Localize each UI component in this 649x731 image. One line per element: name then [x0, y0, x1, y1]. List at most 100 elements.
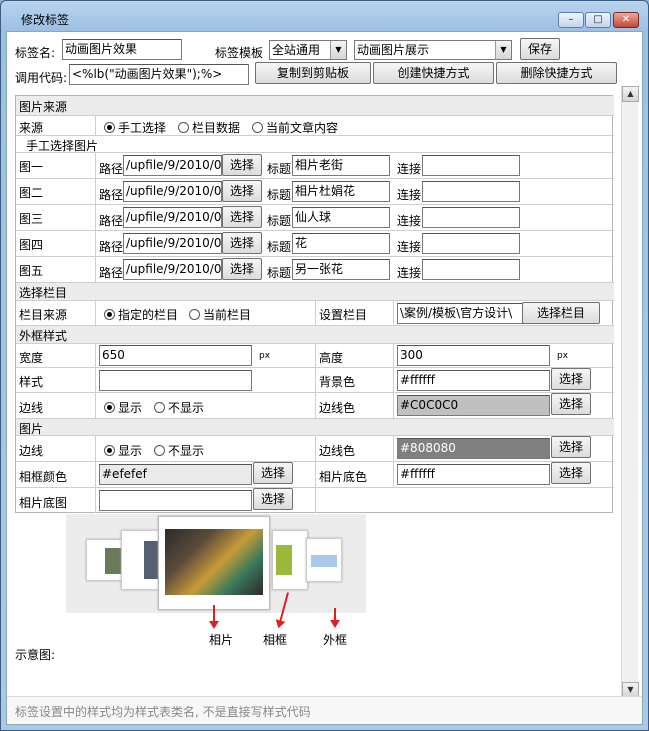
copy-clipboard-button[interactable]: 复制到剪贴板 [255, 62, 371, 84]
frame-color-input[interactable]: #efefef [99, 464, 252, 485]
minimize-button[interactable]: – [558, 12, 584, 28]
image-row-2: 图二 路径 /upfile/9/2010/08 选择 标题 相片杜娟花 连接 [16, 178, 614, 204]
bg-color-label: 背景色 [319, 375, 356, 389]
image-row-3: 图三 路径 /upfile/9/2010/08 选择 标题 仙人球 连接 [16, 204, 614, 230]
choose-button[interactable]: 选择 [222, 180, 262, 202]
choose-button[interactable]: 选择 [551, 393, 591, 415]
choose-button[interactable]: 选择 [222, 258, 262, 280]
section-header-image: 图片 [16, 418, 614, 436]
border-options: 显示 不显示 [95, 436, 315, 461]
radio-manual[interactable]: 手工选择 [104, 119, 166, 136]
path-label: 路径 [99, 240, 124, 254]
path-input[interactable]: /upfile/9/2010/08 [123, 207, 222, 228]
title-input[interactable]: 相片杜娟花 [292, 181, 390, 202]
border-color-fields: #808080 选择 [393, 436, 614, 461]
path-input[interactable]: /upfile/9/2010/08 [123, 259, 222, 280]
chevron-down-icon: ▼ [330, 41, 346, 59]
set-column-cell: 设置栏目 [315, 301, 393, 325]
border-color-cell: 边线色 [315, 436, 393, 461]
choose-button[interactable]: 选择 [222, 154, 262, 176]
choose-column-button[interactable]: 选择栏目 [522, 302, 600, 324]
column-path-input[interactable]: \案例/模板\官方设计\ [397, 303, 524, 324]
choose-button[interactable]: 选择 [551, 436, 591, 458]
radio-show[interactable]: 显示 [104, 399, 142, 416]
radio-label: 显示 [118, 401, 143, 415]
photo-bgimg-input[interactable] [99, 490, 252, 511]
code-input[interactable]: <%lb("动画图片效果");%> [69, 64, 249, 85]
arrow-outer [330, 608, 340, 628]
choose-button[interactable]: 选择 [222, 232, 262, 254]
title-input[interactable]: 花 [292, 233, 390, 254]
link-input[interactable] [422, 181, 520, 202]
radio-hide[interactable]: 不显示 [154, 399, 204, 416]
width-input[interactable]: 650 [99, 345, 252, 366]
maximize-button[interactable]: □ [585, 12, 611, 28]
path-label: 路径 [99, 188, 124, 202]
link-input[interactable] [422, 233, 520, 254]
image-row-5: 图五 路径 /upfile/9/2010/08 选择 标题 另一张花 连接 [16, 256, 614, 282]
main-photo [165, 529, 263, 595]
link-label: 连接 [397, 214, 422, 228]
title-input[interactable]: 相片老街 [292, 155, 390, 176]
path-input[interactable]: /upfile/9/2010/08 [123, 181, 222, 202]
vertical-scrollbar[interactable]: ▲ ▼ [621, 86, 639, 698]
bg-color-input[interactable]: #ffffff [397, 370, 550, 391]
radio-current-article[interactable]: 当前文章内容 [252, 119, 338, 136]
close-button[interactable]: ✕ [613, 12, 639, 28]
photo-bgimg-label: 相片底图 [19, 496, 68, 510]
choose-button[interactable]: 选择 [551, 368, 591, 390]
column-source-options: 指定的栏目 当前栏目 [95, 301, 315, 325]
radio-dot [104, 402, 115, 413]
choose-button[interactable]: 选择 [253, 488, 293, 510]
create-shortcut-button[interactable]: 创建快捷方式 [373, 62, 494, 84]
size-row: 宽度 650 px 高度 300 px [16, 343, 614, 367]
border-color-input[interactable]: #808080 [397, 438, 550, 459]
title-input[interactable]: 另一张花 [292, 259, 390, 280]
section-header-source: 图片来源 [16, 96, 614, 115]
title-label: 标题 [267, 266, 292, 280]
border-color-fields: #C0C0C0 选择 [393, 393, 614, 418]
radio-hide[interactable]: 不显示 [154, 442, 204, 459]
link-input[interactable] [422, 207, 520, 228]
save-button[interactable]: 保存 [520, 38, 560, 60]
chevron-down-icon: ▼ [495, 41, 511, 59]
image-row-name: 图三 [19, 212, 44, 226]
image-row-name: 图四 [19, 238, 44, 252]
border-color-label: 边线色 [319, 444, 356, 458]
height-input[interactable]: 300 [397, 345, 550, 366]
radio-current-column[interactable]: 当前栏目 [189, 306, 251, 323]
frame-color-label: 相框颜色 [19, 470, 68, 484]
radio-dot [252, 122, 263, 133]
scope-select[interactable]: 全站通用 ▼ [269, 40, 347, 60]
choose-button[interactable]: 选择 [551, 462, 591, 484]
radio-show[interactable]: 显示 [104, 442, 142, 459]
radio-specified-column[interactable]: 指定的栏目 [104, 306, 178, 323]
photo-bg-input[interactable]: #ffffff [397, 464, 550, 485]
choose-button[interactable]: 选择 [253, 462, 293, 484]
title-input[interactable]: 仙人球 [292, 207, 390, 228]
radio-column-data[interactable]: 栏目数据 [178, 119, 240, 136]
scroll-up-icon[interactable]: ▲ [622, 86, 639, 102]
radio-dot [104, 122, 115, 133]
manual-header: 手工选择图片 [16, 135, 614, 153]
title-label: 标题 [267, 214, 292, 228]
tag-name-input[interactable]: 动画图片效果 [62, 39, 182, 60]
empty-cell [315, 488, 393, 513]
path-input[interactable]: /upfile/9/2010/08 [123, 155, 222, 176]
link-label: 连接 [397, 188, 422, 202]
radio-dot [154, 402, 165, 413]
style-input[interactable] [99, 370, 252, 391]
dialog-window: 修改标签 – □ ✕ 标签名: 动画图片效果 标签模板 全站通用 ▼ 动画图片展示… [0, 0, 649, 731]
link-input[interactable] [422, 155, 520, 176]
radio-label: 不显示 [168, 401, 205, 415]
frame-color-fields: #efefef 选择 [95, 462, 315, 487]
title-bar[interactable]: 修改标签 – □ ✕ [1, 1, 648, 31]
delete-shortcut-button[interactable]: 删除快捷方式 [496, 62, 617, 84]
choose-button[interactable]: 选择 [222, 206, 262, 228]
preview-label: 示意图: [15, 648, 56, 662]
border-color-input[interactable]: #C0C0C0 [397, 395, 550, 416]
template-select[interactable]: 动画图片展示 ▼ [354, 40, 512, 60]
path-input[interactable]: /upfile/9/2010/08 [123, 233, 222, 254]
radio-label: 指定的栏目 [118, 308, 179, 322]
link-input[interactable] [422, 259, 520, 280]
